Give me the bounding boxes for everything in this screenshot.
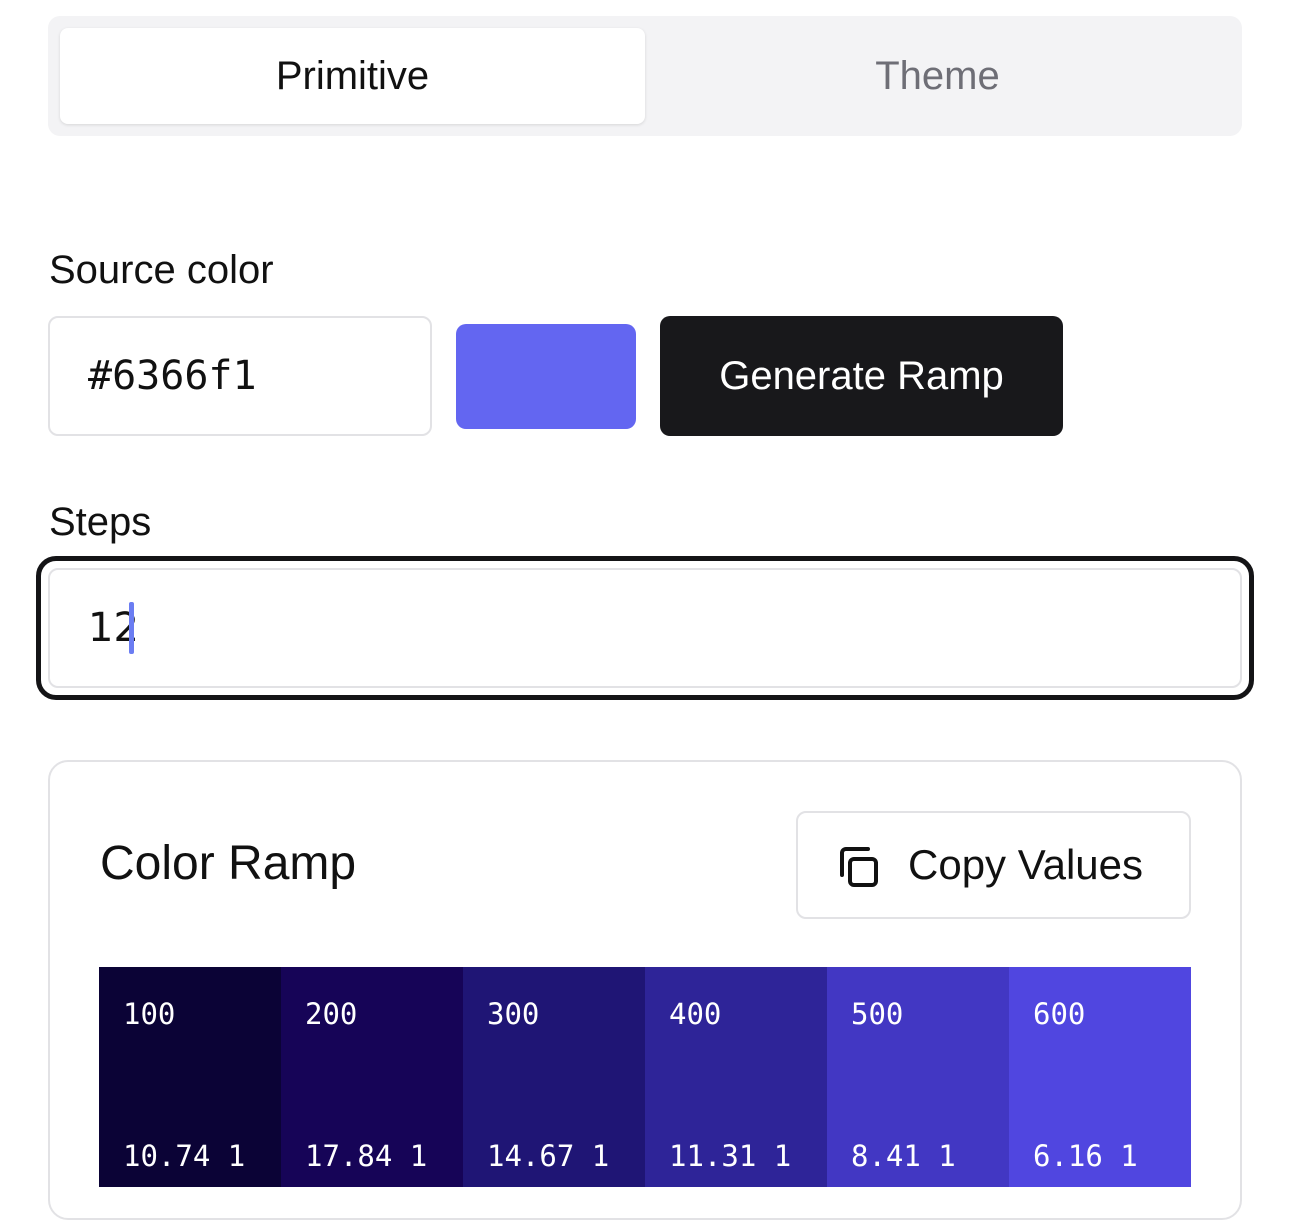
ramp-step-label: 600 bbox=[1033, 997, 1086, 1031]
ramp-step-label: 400 bbox=[669, 997, 722, 1031]
ramp-swatch[interactable]: 100 10.74 1 bbox=[99, 967, 281, 1187]
tab-theme[interactable]: Theme bbox=[645, 28, 1230, 124]
ramp-step-label: 500 bbox=[851, 997, 904, 1031]
ramp-swatch[interactable]: 300 14.67 1 bbox=[463, 967, 645, 1187]
ramp-value-label: 10.74 1 bbox=[123, 1139, 246, 1173]
color-swatch[interactable] bbox=[456, 324, 636, 429]
text-caret bbox=[129, 602, 134, 654]
tab-primitive[interactable]: Primitive bbox=[60, 28, 645, 124]
copy-icon bbox=[840, 847, 878, 887]
ramp-swatch[interactable]: 500 8.41 1 bbox=[827, 967, 1009, 1187]
copy-values-button[interactable]: Copy Values bbox=[796, 811, 1191, 919]
ramp-step-label: 200 bbox=[305, 997, 358, 1031]
ramp-swatch[interactable]: 400 11.31 1 bbox=[645, 967, 827, 1187]
ramp-swatch[interactable]: 600 6.16 1 bbox=[1009, 967, 1191, 1187]
generate-ramp-button[interactable]: Generate Ramp bbox=[660, 316, 1063, 436]
ramp-swatch[interactable]: 200 17.84 1 bbox=[281, 967, 463, 1187]
color-ramp: 100 10.74 1 200 17.84 1 300 14.67 1 400 11.31 1… bbox=[99, 967, 1191, 1187]
ramp-value-label: 11.31 1 bbox=[669, 1139, 792, 1173]
steps-input[interactable] bbox=[48, 568, 1242, 688]
source-color-input[interactable] bbox=[48, 316, 432, 436]
ramp-step-label: 300 bbox=[487, 997, 540, 1031]
color-ramp-title: Color Ramp bbox=[100, 837, 357, 890]
ramp-step-label: 100 bbox=[123, 997, 176, 1031]
steps-label: Steps bbox=[49, 500, 152, 544]
copy-values-label: Copy Values bbox=[908, 841, 1144, 888]
ramp-value-label: 6.16 1 bbox=[1033, 1139, 1138, 1173]
ramp-value-label: 8.41 1 bbox=[851, 1139, 956, 1173]
source-color-label: Source color bbox=[49, 248, 274, 292]
mode-toggle: Primitive Theme bbox=[48, 16, 1242, 136]
ramp-value-label: 17.84 1 bbox=[305, 1139, 428, 1173]
ramp-value-label: 14.67 1 bbox=[487, 1139, 610, 1173]
